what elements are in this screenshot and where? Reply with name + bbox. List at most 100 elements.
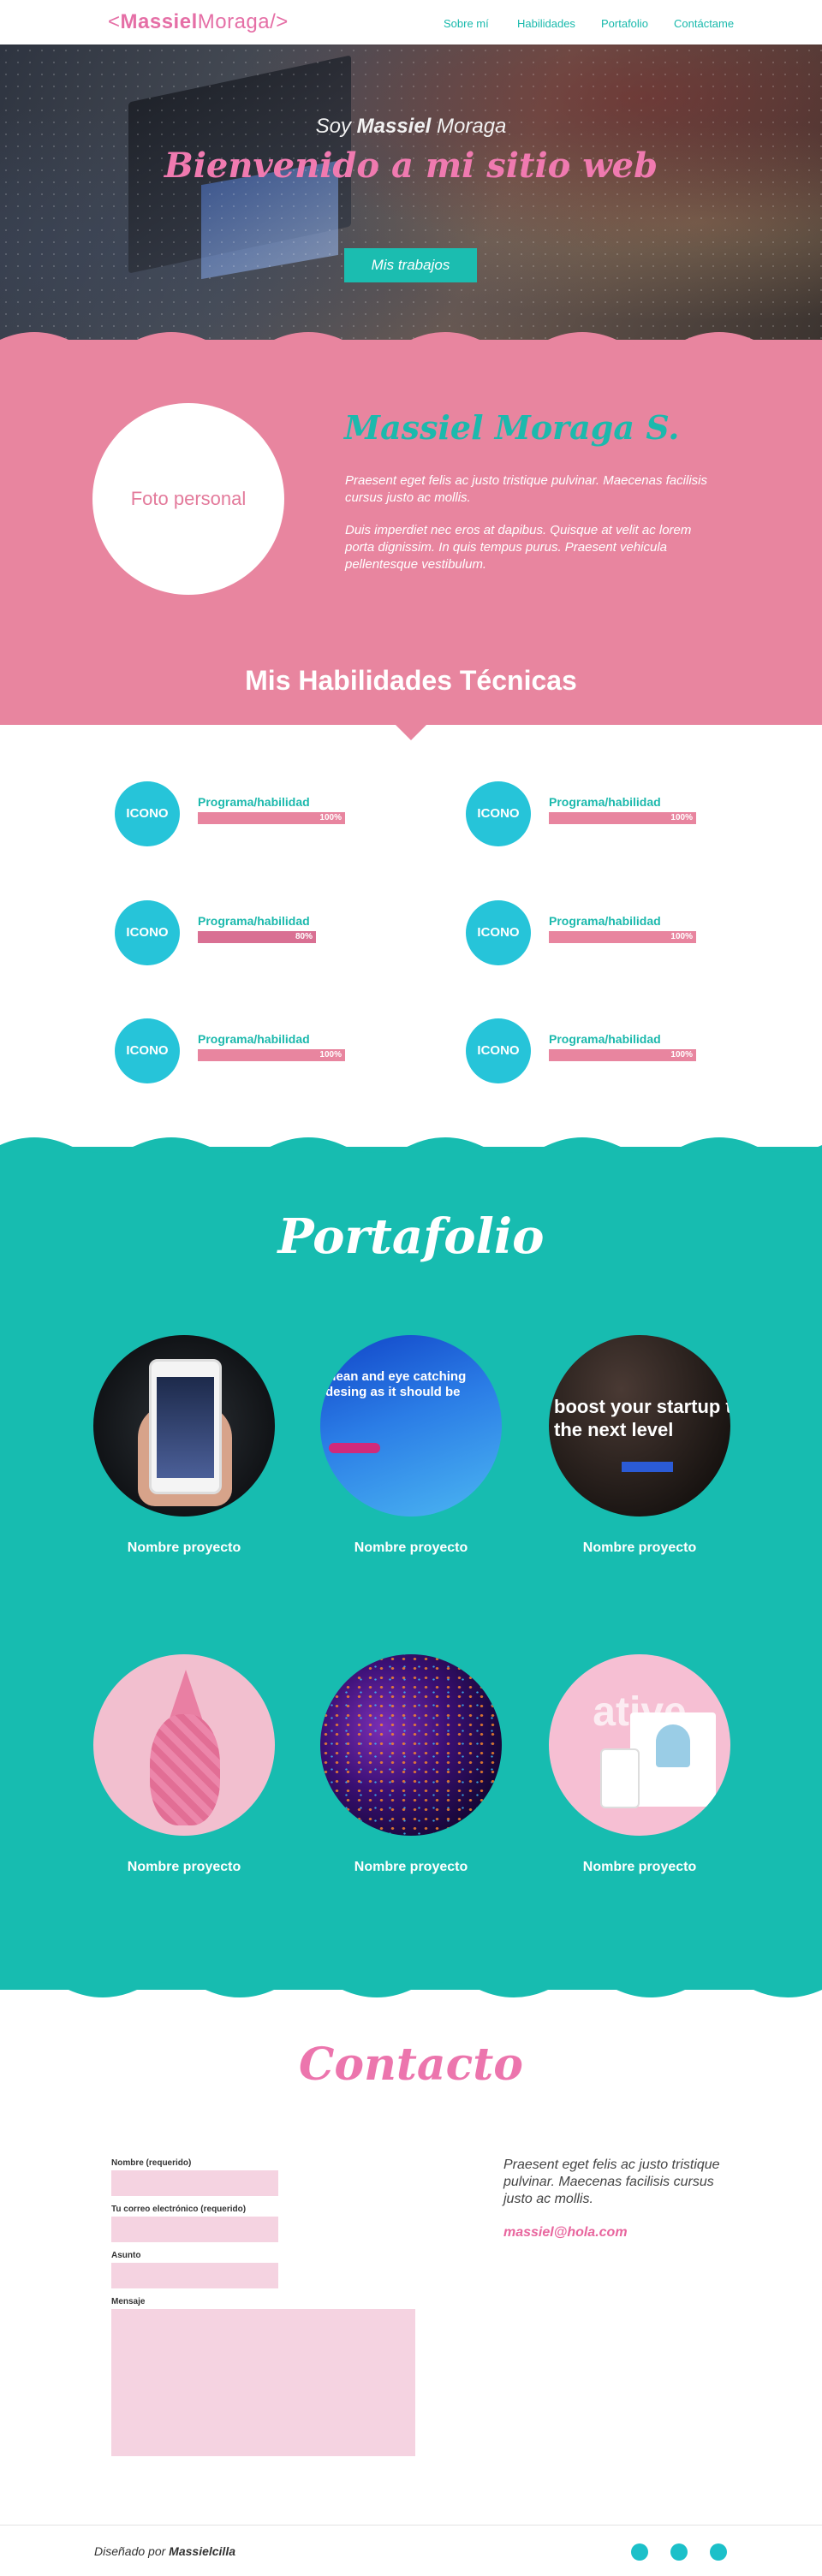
image-card-shape	[630, 1712, 716, 1807]
social-icon[interactable]	[631, 2543, 648, 2561]
skill-icon: ICONO	[466, 781, 531, 846]
project-image-text: clean and eye catching desing as it shou…	[325, 1369, 467, 1399]
skill-item: ICONO Programa/habilidad 100%	[466, 781, 765, 846]
hero-intro-bold: Massiel	[356, 115, 432, 138]
project-card[interactable]: ative Nombre proyecto	[549, 1654, 730, 1875]
nav-item-habilidades[interactable]: Habilidades	[517, 17, 575, 30]
main-menu: Sobre mí Habilidades Portafolio Contácta…	[0, 17, 822, 31]
nav-item-sobre-mi[interactable]: Sobre mí	[444, 17, 489, 30]
portfolio-wave-bottom	[0, 1974, 822, 1997]
skill-icon: ICONO	[466, 1018, 531, 1083]
project-image-glitter[interactable]	[320, 1654, 502, 1836]
name-field-label: Nombre (requerido)	[111, 2158, 192, 2168]
contact-title: Contacto	[299, 2039, 523, 2091]
skill-progress-bar: 100%	[198, 812, 345, 824]
hero-intro-prefix: Soy	[315, 115, 357, 138]
project-image-creative[interactable]: ative	[549, 1654, 730, 1836]
my-works-button[interactable]: Mis trabajos	[344, 248, 477, 282]
project-name[interactable]: Nombre proyecto	[93, 1540, 275, 1556]
about-wave-edge	[0, 332, 822, 355]
skill-label: Programa/habilidad	[549, 795, 661, 809]
skill-item: ICONO Programa/habilidad 100%	[115, 1018, 414, 1083]
skill-icon: ICONO	[466, 900, 531, 965]
project-name[interactable]: Nombre proyecto	[320, 1860, 502, 1875]
skill-percent: 100%	[319, 1050, 342, 1059]
project-name[interactable]: Nombre proyecto	[93, 1860, 275, 1875]
project-name[interactable]: Nombre proyecto	[549, 1540, 730, 1556]
project-card[interactable]: clean and eye catching desing as it shou…	[320, 1335, 502, 1556]
phone-shape	[149, 1359, 222, 1494]
image-phone-shape	[600, 1748, 640, 1808]
image-button-shape	[622, 1462, 673, 1472]
project-card[interactable]: boost your startup to the next level Nom…	[549, 1335, 730, 1556]
project-card[interactable]: Nombre proyecto	[93, 1654, 275, 1875]
project-name[interactable]: Nombre proyecto	[549, 1860, 730, 1875]
nav-item-portafolio[interactable]: Portafolio	[601, 17, 648, 30]
skill-percent: 80%	[295, 932, 313, 941]
footer-credit-prefix: Diseñado por	[94, 2544, 170, 2558]
skill-percent: 100%	[670, 932, 693, 941]
project-card[interactable]: Nombre proyecto	[93, 1335, 275, 1556]
email-field-label: Tu correo electrónico (requerido)	[111, 2205, 247, 2214]
skill-progress-bar: 100%	[198, 1049, 345, 1061]
message-field-label: Mensaje	[111, 2297, 146, 2306]
hero-section: Soy Massiel Moraga Bienvenido a mi sitio…	[0, 45, 822, 340]
skill-label: Programa/habilidad	[198, 795, 310, 809]
about-section: Foto personal Massiel Moraga S. Praesent…	[0, 332, 822, 740]
skill-item: ICONO Programa/habilidad 100%	[466, 900, 765, 965]
skill-progress-bar: 100%	[549, 1049, 696, 1061]
project-image-phone[interactable]	[93, 1335, 275, 1517]
project-image-startup[interactable]: boost your startup to the next level	[549, 1335, 730, 1517]
image-pill-shape	[329, 1443, 380, 1453]
portfolio-title: Portafolio	[277, 1208, 545, 1265]
about-name: Massiel Moraga S.	[344, 408, 680, 447]
personal-photo-placeholder: Foto personal	[92, 403, 284, 595]
email-field[interactable]	[111, 2217, 278, 2242]
skills-title: Mis Habilidades Técnicas	[245, 665, 577, 696]
top-navbar: <MassielMoraga/> Sobre mí Habilidades Po…	[0, 0, 822, 45]
subject-field[interactable]	[111, 2263, 278, 2288]
pineapple-leaf	[169, 1670, 203, 1721]
footer-credit-name: Massielcilla	[169, 2544, 235, 2558]
message-textarea[interactable]	[111, 2309, 415, 2456]
hero-welcome-title: Bienvenido a mi sitio web	[164, 145, 658, 186]
project-name[interactable]: Nombre proyecto	[320, 1540, 502, 1556]
footer: Diseñado por Massielcilla	[0, 2525, 822, 2576]
skill-item: ICONO Programa/habilidad 100%	[466, 1018, 765, 1083]
skill-label: Programa/habilidad	[549, 914, 661, 928]
skill-progress-bar: 100%	[549, 812, 696, 824]
portfolio-wave-top	[0, 1137, 822, 1160]
hero-dot-overlay	[0, 45, 822, 340]
pineapple-fruit	[150, 1714, 220, 1825]
skill-icon: ICONO	[115, 781, 180, 846]
project-image-pineapple[interactable]	[93, 1654, 275, 1836]
contact-email-link[interactable]: massiel@hola.com	[503, 2225, 628, 2241]
glitter-texture	[320, 1654, 502, 1836]
about-paragraph-2: Duis imperdiet nec eros at dapibus. Quis…	[345, 523, 692, 572]
section-notch	[396, 725, 426, 740]
social-icon[interactable]	[710, 2543, 727, 2561]
skill-progress-bar: 100%	[549, 931, 696, 943]
skill-label: Programa/habilidad	[198, 914, 310, 928]
name-field[interactable]	[111, 2170, 278, 2196]
skill-percent: 100%	[670, 1050, 693, 1059]
hero-intro: Soy Massiel Moraga	[0, 115, 822, 139]
contact-paragraph: Praesent eget felis ac justo tristique p…	[503, 2158, 720, 2206]
skill-label: Programa/habilidad	[549, 1032, 661, 1046]
project-image-landing[interactable]: clean and eye catching desing as it shou…	[320, 1335, 502, 1517]
project-image-text: boost your startup to the next level	[554, 1396, 730, 1440]
skill-percent: 100%	[670, 813, 693, 822]
skill-progress-bar: 80%	[198, 931, 316, 943]
project-card[interactable]: Nombre proyecto	[320, 1654, 502, 1875]
about-paragraph-1: Praesent eget felis ac justo tristique p…	[345, 473, 707, 505]
nav-item-contactame[interactable]: Contáctame	[674, 17, 734, 30]
social-icon[interactable]	[670, 2543, 688, 2561]
hero-intro-suffix: Moraga	[431, 115, 507, 138]
portfolio-section: Portafolio Nombre proyecto clean and eye…	[0, 1137, 822, 1997]
skill-item: ICONO Programa/habilidad 80%	[115, 900, 414, 965]
skill-item: ICONO Programa/habilidad 100%	[115, 781, 414, 846]
subject-field-label: Asunto	[111, 2251, 141, 2260]
skill-icon: ICONO	[115, 1018, 180, 1083]
footer-credit: Diseñado por Massielcilla	[94, 2544, 235, 2558]
skill-percent: 100%	[319, 813, 342, 822]
